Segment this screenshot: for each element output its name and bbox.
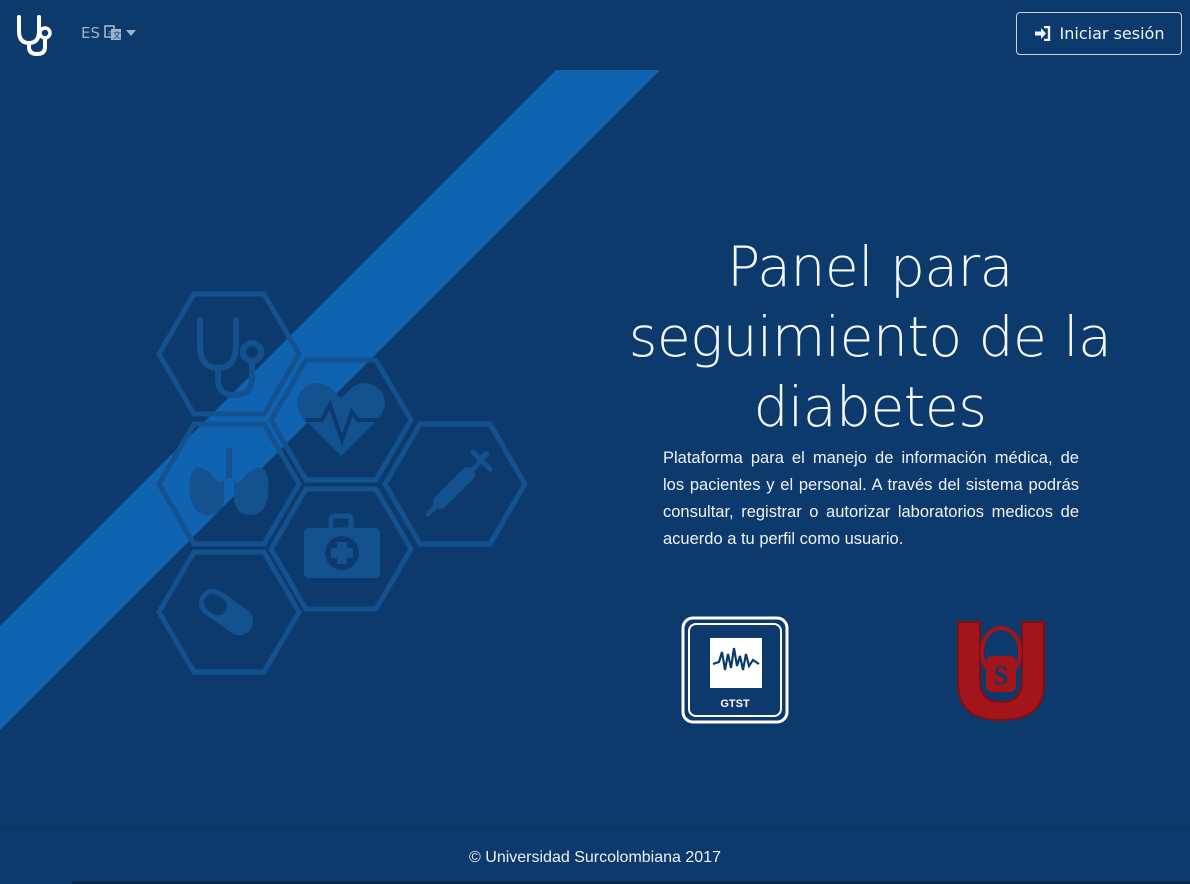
sign-in-icon [1034,26,1050,41]
login-label: Iniciar sesión [1059,24,1165,43]
login-button[interactable]: Iniciar sesión [1016,12,1182,55]
page-description: Plataforma para el manejo de información… [663,449,1079,548]
hex-first-aid [268,486,414,612]
copyright-text: © Universidad Surcolombiana 2017 [469,849,721,866]
gtst-logo[interactable]: GTST [681,616,789,724]
gtst-logo-text: GTST [720,698,750,710]
stethoscope-icon [197,317,264,399]
usco-logo[interactable]: S [950,610,1052,726]
hex-heartbeat [268,357,414,483]
pill-icon [198,588,254,636]
stethoscope-icon[interactable] [14,13,56,57]
navbar: ES a 文 Iniciar sesión [0,0,1190,66]
heartbeat-icon [297,383,385,456]
lungs-icon [189,448,269,516]
hex-pill [156,549,302,675]
hex-stethoscope [156,291,302,417]
diagonal-stripe [0,70,660,730]
footer: © Universidad Surcolombiana 2017 [0,828,1190,884]
language-code: ES [81,24,100,42]
first-aid-kit-icon [304,513,380,578]
svg-text:文: 文 [113,30,121,40]
syringe-icon [425,449,493,517]
hex-syringe [382,421,528,547]
hex-lungs [156,421,302,547]
caret-down-icon [126,30,136,36]
language-selector[interactable]: ES a 文 [81,24,136,42]
usco-logo-text: S [994,661,1008,690]
svg-text:a: a [108,29,112,37]
page-title: Panel para seguimiento de la diabetes [628,235,1112,439]
translate-icon: a 文 [104,25,121,40]
